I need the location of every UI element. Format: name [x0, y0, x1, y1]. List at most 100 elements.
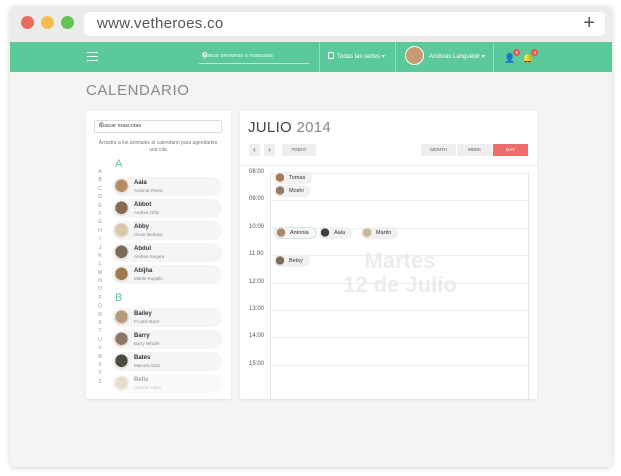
address-bar[interactable]: www.vetheroes.co + — [84, 12, 605, 36]
user-name: Andreas Languetér — [429, 54, 481, 60]
hour-label: 10:00 — [249, 223, 265, 230]
new-tab-button[interactable]: + — [583, 12, 595, 35]
menu-icon[interactable] — [87, 52, 98, 61]
hour-label: 15:00 — [249, 360, 265, 367]
search-icon[interactable]: ⚲ — [99, 121, 218, 129]
alphabet-letter[interactable]: B — [96, 177, 104, 185]
minimize-window-button[interactable] — [41, 16, 54, 29]
pet-list-item[interactable]: Abbot Andrea Ortiz — [112, 199, 222, 218]
alphabet-letter[interactable]: D — [96, 194, 104, 202]
locations-dropdown[interactable]: Todas las sedes ▾ — [328, 52, 385, 60]
pet-list-item[interactable]: Bella Claudia Uribe — [112, 374, 222, 393]
pet-avatar — [362, 228, 372, 238]
pet-list-item[interactable]: Barry Barry Whizle — [112, 330, 222, 349]
today-button[interactable]: TODAY — [282, 144, 316, 156]
event-chip[interactable]: Moshi — [274, 185, 311, 197]
event-name: Moshi — [289, 188, 304, 194]
alphabet-letter[interactable]: Q — [96, 303, 104, 311]
alphabet-letter[interactable]: H — [96, 228, 104, 236]
pet-owner: Marcelo Diaz — [134, 363, 161, 368]
event-chip[interactable]: Martin — [361, 227, 399, 239]
user-name-wrap: Andreas Languetér ▾ — [429, 53, 485, 60]
next-button[interactable]: › — [264, 144, 275, 156]
pet-avatar — [114, 332, 129, 347]
hour-label: 13:00 — [249, 306, 265, 312]
section-letter: A — [115, 158, 123, 170]
people-notifications-icon[interactable]: 👤 6 — [504, 49, 521, 64]
month-view-button[interactable]: MONTH — [421, 144, 456, 156]
alphabet-letter[interactable]: G — [96, 219, 104, 227]
pet-avatar — [114, 179, 129, 194]
alphabet-letter[interactable]: O — [96, 286, 104, 294]
pet-avatar — [114, 310, 129, 325]
alphabet-letter[interactable]: U — [96, 337, 104, 345]
event-chip[interactable]: Antonia — [274, 227, 317, 239]
alphabet-letter[interactable]: Z — [96, 379, 104, 387]
search-icon[interactable]: ⚲ — [202, 51, 307, 60]
hour-line — [270, 310, 529, 311]
day-weekday: Martes — [364, 248, 436, 273]
alphabet-letter[interactable]: K — [96, 253, 104, 261]
event-chip[interactable]: Tomas — [274, 172, 313, 184]
pet-owner: Andrea Segura — [134, 254, 165, 259]
week-view-button[interactable]: WEEK — [457, 144, 492, 156]
pet-list-item[interactable]: Abijha Martin Kopplin — [112, 265, 222, 284]
alphabet-letter[interactable]: W — [96, 354, 104, 362]
pet-name: Bates — [134, 355, 151, 361]
prev-button[interactable]: ‹ — [249, 144, 260, 156]
calendar-month: JULIO — [248, 119, 293, 136]
pet-owner: Barry Whizle — [134, 341, 160, 346]
pet-avatar — [275, 186, 285, 196]
alphabet-letter[interactable]: T — [96, 328, 104, 336]
alphabet-letter[interactable]: X — [96, 362, 104, 370]
day-view-button[interactable]: DAY — [493, 144, 528, 156]
bell-icon[interactable]: 🔔 3 — [522, 49, 539, 64]
alphabet-letter[interactable]: E — [96, 203, 104, 211]
alphabet-letter[interactable]: R — [96, 312, 104, 320]
alphabet-letter[interactable]: J — [96, 245, 104, 253]
event-name: Martin — [376, 230, 392, 236]
hour-label: 14:00 — [249, 333, 265, 340]
pet-avatar — [114, 376, 129, 391]
day-date: 12 de Julio — [343, 272, 457, 297]
pet-owner: Andrea Ortiz — [134, 210, 160, 215]
section-letter: B — [115, 292, 123, 304]
alphabet-letter[interactable]: A — [96, 169, 104, 177]
pet-name: Bella — [134, 377, 149, 383]
locations-label: Todas las sedes — [337, 54, 381, 60]
pet-name: Barry — [134, 333, 150, 339]
calendar-title: JULIO 2014 — [248, 119, 331, 136]
alphabet-letter[interactable]: M — [96, 270, 104, 278]
pet-search-input[interactable]: Buscar mascotas ⚲ — [94, 120, 222, 133]
pet-list-item[interactable]: Bailey Frootie Bach — [112, 308, 222, 327]
alphabet-letter[interactable]: I — [96, 236, 104, 244]
pet-avatar — [275, 173, 285, 183]
browser-chrome: www.vetheroes.co + — [10, 6, 612, 42]
building-icon — [328, 52, 334, 59]
maximize-window-button[interactable] — [61, 16, 74, 29]
alphabet-letter[interactable]: P — [96, 295, 104, 303]
divider — [395, 42, 396, 72]
notification-badge: 3 — [531, 49, 539, 56]
page-title: CALENDARIO — [86, 82, 190, 99]
people-pets-search-input[interactable]: Buscar personas o mascotas ⚲ — [199, 50, 309, 64]
event-chip[interactable]: Betsy — [274, 255, 310, 267]
event-name: Tomas — [289, 175, 306, 181]
alphabet-letter[interactable]: L — [96, 261, 104, 269]
event-chip[interactable]: Aala — [319, 227, 353, 239]
hour-label: 08:00 — [249, 169, 265, 175]
pet-list-item[interactable]: Abdul Andrea Segura — [112, 243, 222, 262]
pet-list-item[interactable]: Abby Oscar Bedoya — [112, 221, 222, 240]
alphabet-letter[interactable]: N — [96, 278, 104, 286]
close-window-button[interactable] — [21, 16, 34, 29]
url-text: www.vetheroes.co — [97, 15, 224, 32]
pet-avatar — [114, 201, 129, 216]
alphabet-letter[interactable]: S — [96, 320, 104, 328]
alphabet-letter[interactable]: C — [96, 186, 104, 194]
alphabet-letter[interactable]: F — [96, 211, 104, 219]
alphabet-letter[interactable]: Y — [96, 370, 104, 378]
pet-list-item[interactable]: Bates Marcelo Diaz — [112, 352, 222, 371]
pet-name: Abdul — [134, 246, 151, 252]
alphabet-letter[interactable]: V — [96, 345, 104, 353]
pet-list-item[interactable]: Aala Antonia Perea — [112, 177, 222, 196]
